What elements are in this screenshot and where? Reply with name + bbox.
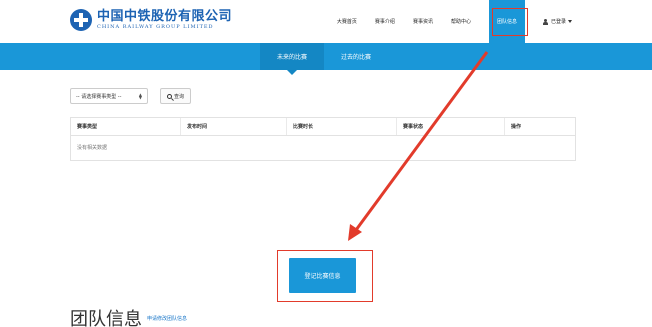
edit-team-info-link[interactable]: 申请修改团队信息 [147, 315, 187, 322]
section-title: 团队信息 [70, 309, 142, 327]
annotation-arrow-icon [348, 51, 489, 241]
